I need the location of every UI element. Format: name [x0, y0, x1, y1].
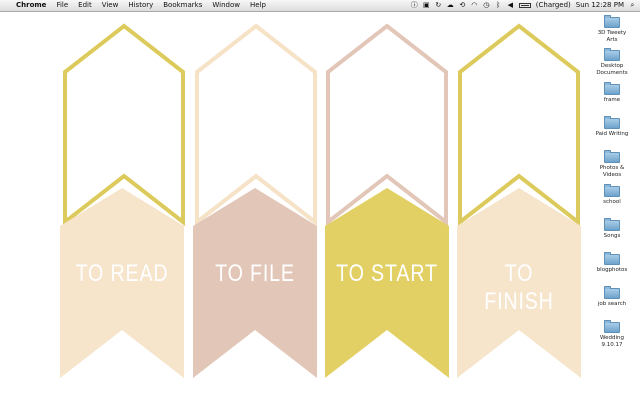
desktop-folder-frame[interactable]: frame — [588, 82, 636, 104]
desktop-folder-wedding[interactable]: Wedding 9.10.17 — [588, 320, 636, 348]
app-menu[interactable]: Chrome — [16, 0, 46, 11]
folder-icon — [604, 218, 620, 231]
cloud-icon[interactable]: ☁ — [447, 2, 454, 9]
folder-icon — [604, 320, 620, 333]
folder-label: Paid Writing — [595, 131, 629, 137]
folder-label: Desktop Documents — [596, 63, 628, 76]
wallpaper-tags — [60, 23, 581, 378]
folder-icon — [604, 286, 620, 299]
info-icon[interactable]: ⓘ — [411, 2, 418, 9]
tag-label-to-file: TO FILE — [215, 260, 295, 287]
desktop-folder-blogphotos[interactable]: blogphotos — [588, 252, 636, 274]
desktop-folder-school[interactable]: school — [588, 184, 636, 206]
folder-label: job search — [597, 301, 627, 307]
menu-window[interactable]: Window — [212, 0, 240, 11]
folder-label: 3D Tweety Arts — [597, 30, 627, 43]
menu-edit[interactable]: Edit — [78, 0, 92, 11]
menu-help[interactable]: Help — [250, 0, 266, 11]
tag-label-to-start: TO START — [336, 260, 438, 287]
desktop-folder-3d-tweety-arts[interactable]: 3D Tweety Arts — [588, 15, 636, 43]
folder-icon — [604, 252, 620, 265]
folder-icon — [604, 48, 620, 61]
spotlight-search-icon[interactable]: ⌕ — [629, 2, 636, 9]
desktop-folder-job-search[interactable]: job search — [588, 286, 636, 308]
folder-label: Songs — [603, 233, 621, 239]
refresh-icon[interactable]: ⟲ — [459, 2, 466, 9]
folder-label: frame — [603, 97, 621, 103]
tag-label-to-read: TO READ — [75, 260, 169, 287]
bluetooth-icon[interactable]: ᛒ — [495, 2, 502, 9]
box-icon[interactable]: ▣ — [423, 2, 430, 9]
wifi-icon[interactable]: ◠ — [471, 2, 478, 9]
folder-label: Wedding 9.10.17 — [600, 335, 624, 348]
menu-view[interactable]: View — [102, 0, 119, 11]
folder-icon — [604, 15, 620, 28]
tag-label-to-finish: TO FINISH — [484, 260, 554, 315]
folder-label: school — [603, 199, 621, 205]
volume-icon[interactable]: ◀ — [507, 2, 514, 9]
battery-status: (Charged) — [535, 1, 571, 9]
folder-icon — [604, 116, 620, 129]
menu-bookmarks[interactable]: Bookmarks — [163, 0, 202, 11]
desktop-folder-songs[interactable]: Songs — [588, 218, 636, 240]
folder-icon — [604, 150, 620, 163]
sync-icon[interactable]: ↻ — [435, 2, 442, 9]
menu-bar: Chrome File Edit View History Bookmarks … — [0, 0, 640, 12]
desktop-folder-paid-writing[interactable]: Paid Writing — [588, 116, 636, 138]
folder-icon — [604, 184, 620, 197]
desktop-folder-desktop-documents[interactable]: Desktop Documents — [588, 48, 636, 76]
folder-label: blogphotos — [596, 267, 628, 273]
clock[interactable]: Sun 12:28 PM — [576, 0, 624, 11]
folder-icon — [604, 82, 620, 95]
menu-history[interactable]: History — [128, 0, 153, 11]
status-area: ⓘ ▣ ↻ ☁ ⟲ ◠ ◷ ᛒ ◀ (Charged) Sun 12:28 PM… — [411, 0, 636, 11]
battery-icon[interactable] — [518, 3, 531, 8]
desktop-folder-photos-videos[interactable]: Photos & Videos — [588, 150, 636, 178]
folder-label: Photos & Videos — [599, 165, 625, 178]
time-machine-icon[interactable]: ◷ — [483, 2, 490, 9]
menu-file[interactable]: File — [56, 0, 68, 11]
